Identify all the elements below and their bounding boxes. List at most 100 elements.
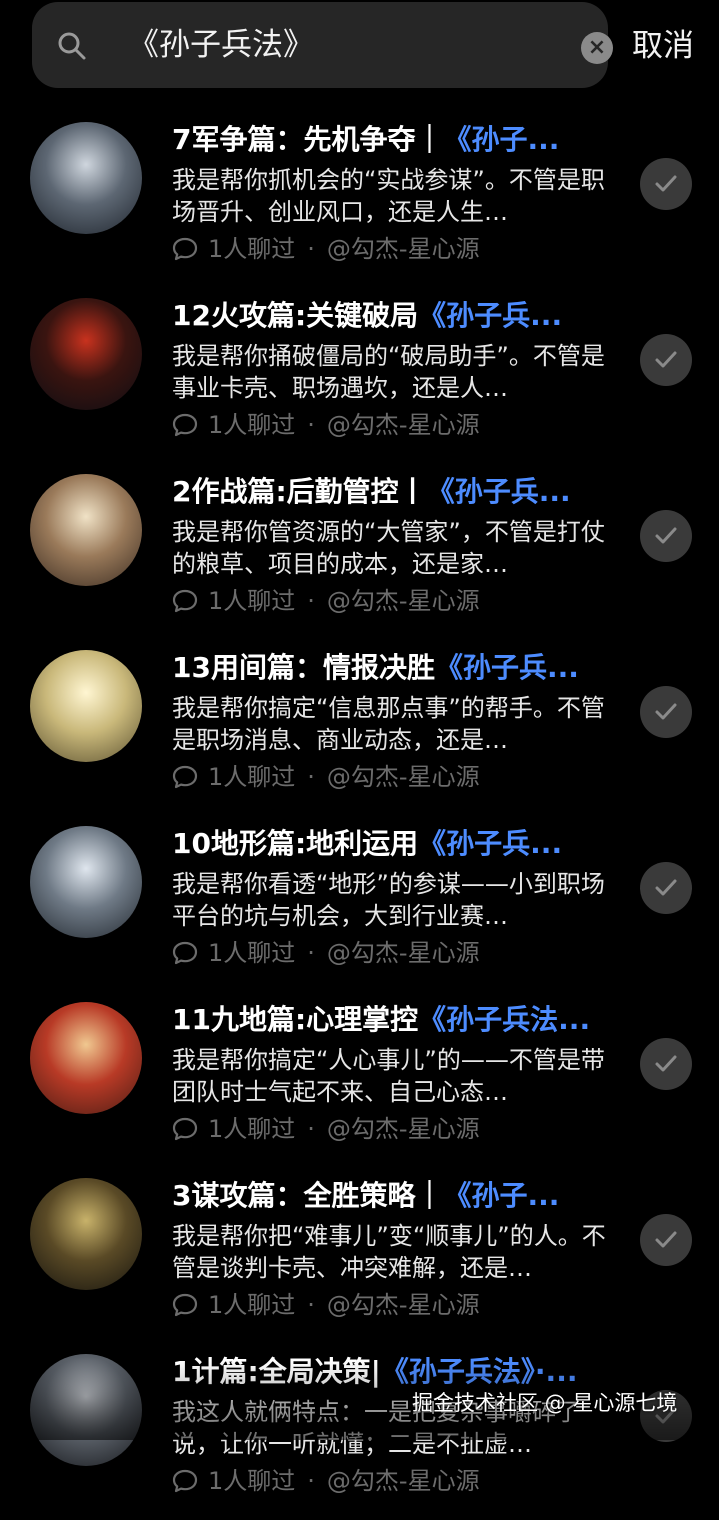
select-check-button[interactable]	[640, 862, 692, 914]
select-check-button[interactable]	[640, 510, 692, 562]
result-title-main: 10地形篇:地利运用	[172, 827, 419, 860]
result-description: 我是帮你搞定“信息那点事”的帮手。不管是职场消息、商业动态，还是…	[172, 694, 605, 754]
result-title[interactable]: 12火攻篇:关键破局《孙子兵...	[172, 296, 602, 336]
select-check-button[interactable]	[640, 334, 692, 386]
chat-count: 1人聊过	[208, 1467, 296, 1495]
avatar[interactable]	[30, 826, 142, 938]
chat-count: 1人聊过	[208, 939, 296, 967]
result-title-main: 7军争篇：先机争夺｜	[172, 123, 444, 156]
result-title[interactable]: 2作战篇:后勤管控丨《孙子兵...	[172, 472, 602, 512]
check-icon	[655, 879, 677, 896]
result-title-main: 2作战篇:后勤管控丨	[172, 475, 427, 508]
result-meta: 1人聊过 · @勾杰-星心源	[172, 1463, 480, 1499]
meta-separator: ·	[307, 235, 315, 263]
result-title-main: 1计篇:全局决策|	[172, 1355, 381, 1388]
result-title-highlight: 《孙子兵...	[418, 827, 563, 860]
result-title[interactable]: 3谋攻篇：全胜策略｜《孙子...	[172, 1176, 602, 1216]
result-item[interactable]: 3谋攻篇：全胜策略｜《孙子... 我是帮你把“难事儿”变“顺事儿”的人。不管是谈…	[0, 1168, 719, 1344]
chat-count: 1人聊过	[208, 763, 296, 791]
select-check-button[interactable]	[640, 158, 692, 210]
result-title[interactable]: 10地形篇:地利运用《孙子兵...	[172, 824, 602, 864]
result-title[interactable]: 11九地篇:心理掌控《孙子兵法...	[172, 1000, 602, 1040]
result-meta: 1人聊过 · @勾杰-星心源	[172, 759, 480, 795]
chat-bubble-icon	[172, 1293, 198, 1317]
avatar[interactable]	[30, 1178, 142, 1290]
cancel-button[interactable]: 取消	[632, 26, 694, 66]
result-meta: 1人聊过 · @勾杰-星心源	[172, 1287, 480, 1323]
avatar[interactable]	[30, 298, 142, 410]
meta-separator: ·	[307, 587, 315, 615]
result-title-main: 11九地篇:心理掌控	[172, 1003, 419, 1036]
check-icon	[655, 703, 677, 720]
author-name[interactable]: @勾杰-星心源	[327, 759, 480, 795]
chat-count: 1人聊过	[208, 235, 296, 263]
result-item[interactable]: 7军争篇：先机争夺｜《孙子... 我是帮你抓机会的“实战参谋”。不管是职场晋升、…	[0, 112, 719, 288]
result-title[interactable]: 13用间篇：情报决胜《孙子兵...	[172, 648, 602, 688]
result-title-highlight: 《孙子兵...	[418, 299, 563, 332]
avatar[interactable]	[30, 650, 142, 762]
chat-count: 1人聊过	[208, 411, 296, 439]
select-check-button[interactable]	[640, 1038, 692, 1090]
result-title-highlight: 《孙子兵...	[434, 651, 579, 684]
clear-search-icon[interactable]: ×	[581, 32, 613, 64]
result-title-highlight: 《孙子...	[443, 1179, 560, 1212]
author-name[interactable]: @勾杰-星心源	[327, 231, 480, 267]
result-description: 我是帮你搞定“人心事儿”的——不管是带团队时士气起不来、自己心态…	[172, 1046, 605, 1106]
chat-bubble-icon	[172, 237, 198, 261]
avatar[interactable]	[30, 474, 142, 586]
chat-count: 1人聊过	[208, 1115, 296, 1143]
result-item[interactable]: 12火攻篇:关键破局《孙子兵... 我是帮你捅破僵局的“破局助手”。不管是事业卡…	[0, 288, 719, 464]
meta-separator: ·	[307, 1467, 315, 1495]
select-check-button[interactable]	[640, 686, 692, 738]
check-icon	[655, 351, 677, 368]
author-name[interactable]: @勾杰-星心源	[327, 1287, 480, 1323]
author-name[interactable]: @勾杰-星心源	[327, 407, 480, 443]
meta-separator: ·	[307, 763, 315, 791]
meta-separator: ·	[307, 939, 315, 967]
avatar[interactable]	[30, 122, 142, 234]
check-icon	[655, 527, 677, 544]
meta-separator: ·	[307, 411, 315, 439]
result-title-main: 13用间篇：情报决胜	[172, 651, 435, 684]
result-item[interactable]: 13用间篇：情报决胜《孙子兵... 我是帮你搞定“信息那点事”的帮手。不管是职场…	[0, 640, 719, 816]
author-name[interactable]: @勾杰-星心源	[327, 583, 480, 619]
search-icon	[58, 32, 86, 60]
author-name[interactable]: @勾杰-星心源	[327, 1463, 480, 1499]
result-title-main: 3谋攻篇：全胜策略｜	[172, 1179, 444, 1212]
check-icon	[655, 1055, 677, 1072]
result-description: 我是帮你管资源的“大管家”，不管是打仗的粮草、项目的成本，还是家…	[172, 518, 605, 578]
result-description: 我是帮你抓机会的“实战参谋”。不管是职场晋升、创业风口，还是人生…	[172, 166, 605, 226]
chat-count: 1人聊过	[208, 1291, 296, 1319]
search-bar[interactable]: 《孙子兵法》 ×	[32, 2, 613, 88]
check-icon	[655, 175, 677, 192]
result-item[interactable]: 10地形篇:地利运用《孙子兵... 我是帮你看透“地形”的参谋——小到职场平台的…	[0, 816, 719, 992]
chat-bubble-icon	[172, 1117, 198, 1141]
result-list: 7军争篇：先机争夺｜《孙子... 我是帮你抓机会的“实战参谋”。不管是职场晋升、…	[0, 112, 719, 1520]
result-meta: 1人聊过 · @勾杰-星心源	[172, 1111, 480, 1147]
result-item[interactable]: 2作战篇:后勤管控丨《孙子兵... 我是帮你管资源的“大管家”，不管是打仗的粮草…	[0, 464, 719, 640]
author-name[interactable]: @勾杰-星心源	[327, 1111, 480, 1147]
result-item[interactable]: 11九地篇:心理掌控《孙子兵法... 我是帮你搞定“人心事儿”的——不管是带团队…	[0, 992, 719, 1168]
result-title-main: 12火攻篇:关键破局	[172, 299, 419, 332]
result-meta: 1人聊过 · @勾杰-星心源	[172, 583, 480, 619]
result-item[interactable]: 1计篇:全局决策|《孙子兵法》·... 我这人就俩特点：一是把复杂事嚼碎了说，让…	[0, 1344, 719, 1520]
avatar[interactable]	[30, 1354, 142, 1466]
check-icon	[655, 1231, 677, 1248]
chat-bubble-icon	[172, 1469, 198, 1493]
author-name[interactable]: @勾杰-星心源	[327, 935, 480, 971]
meta-separator: ·	[307, 1291, 315, 1319]
watermark: 掘金技术社区 @ 星心源七境	[412, 1391, 678, 1415]
result-title-highlight: 《孙子...	[443, 123, 560, 156]
chat-bubble-icon	[172, 413, 198, 437]
result-description: 我是帮你看透“地形”的参谋——小到职场平台的坑与机会，大到行业赛…	[172, 870, 605, 930]
result-title[interactable]: 1计篇:全局决策|《孙子兵法》·...	[172, 1352, 602, 1392]
meta-separator: ·	[307, 1115, 315, 1143]
chat-bubble-icon	[172, 589, 198, 613]
result-meta: 1人聊过 · @勾杰-星心源	[172, 935, 480, 971]
avatar[interactable]	[30, 1002, 142, 1114]
result-meta: 1人聊过 · @勾杰-星心源	[172, 407, 480, 443]
result-meta: 1人聊过 · @勾杰-星心源	[172, 231, 480, 267]
result-title[interactable]: 7军争篇：先机争夺｜《孙子...	[172, 120, 602, 160]
search-input[interactable]: 《孙子兵法》	[128, 20, 314, 70]
select-check-button[interactable]	[640, 1214, 692, 1266]
